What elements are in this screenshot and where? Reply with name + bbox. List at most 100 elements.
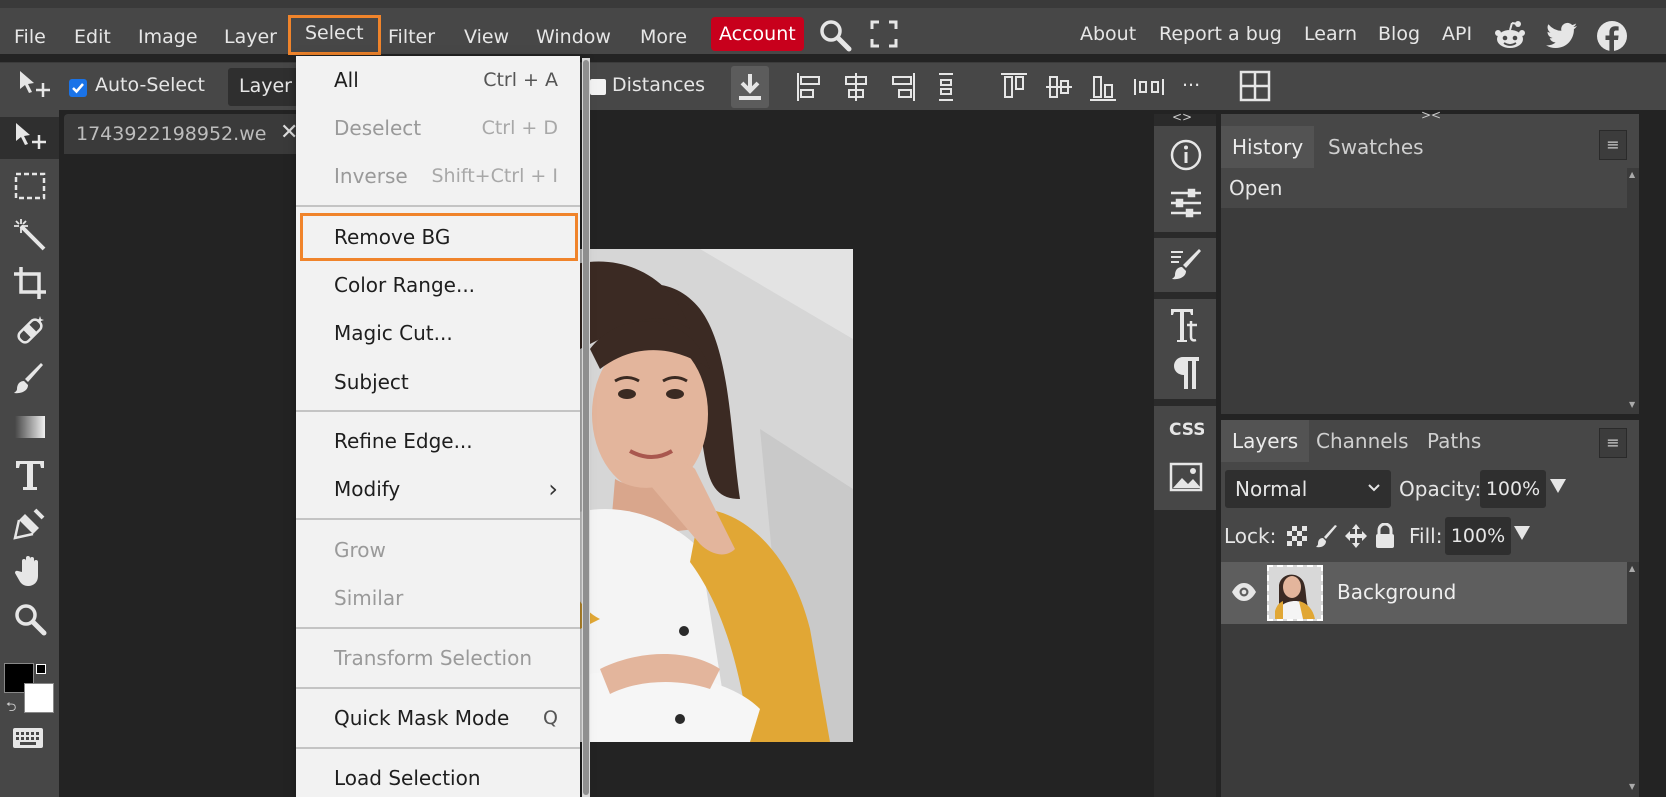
menu-file[interactable]: File bbox=[6, 22, 54, 52]
menu-layer[interactable]: Layer bbox=[216, 22, 285, 52]
history-entry[interactable]: Open bbox=[1221, 168, 1627, 208]
menu-item-modify[interactable]: Modify › bbox=[296, 465, 580, 513]
lock-position-icon[interactable] bbox=[1343, 523, 1369, 549]
report-bug-link[interactable]: Report a bug bbox=[1159, 14, 1282, 54]
api-link[interactable]: API bbox=[1442, 14, 1472, 54]
menu-item-all[interactable]: All Ctrl + A bbox=[296, 56, 580, 104]
menu-view[interactable]: View bbox=[456, 22, 517, 52]
download-button[interactable] bbox=[731, 66, 769, 108]
distribute-h-icon[interactable] bbox=[1132, 71, 1166, 103]
swap-colors-icon[interactable]: ⮌ bbox=[6, 698, 16, 720]
menu-item-refine-edge[interactable]: Refine Edge... bbox=[296, 417, 580, 465]
align-left-icon[interactable] bbox=[795, 71, 823, 103]
learn-link[interactable]: Learn bbox=[1304, 14, 1357, 54]
blog-link[interactable]: Blog bbox=[1378, 14, 1420, 54]
tool-magic-wand[interactable] bbox=[8, 214, 52, 256]
tool-marquee[interactable] bbox=[8, 165, 52, 207]
align-middle-icon[interactable] bbox=[1044, 71, 1074, 103]
canvas-image[interactable] bbox=[560, 249, 853, 742]
more-options[interactable]: ... bbox=[1182, 69, 1200, 91]
menu-item-label: Color Range... bbox=[334, 273, 476, 297]
tab-layers[interactable]: Layers bbox=[1221, 420, 1310, 462]
default-colors-icon[interactable] bbox=[36, 664, 46, 674]
image-icon[interactable] bbox=[1169, 462, 1203, 492]
character-icon[interactable] bbox=[1169, 307, 1203, 345]
opacity-dropdown-icon[interactable] bbox=[1549, 475, 1567, 497]
menu-more[interactable]: More bbox=[632, 22, 695, 52]
history-panel-menu[interactable]: ≡ bbox=[1599, 130, 1627, 160]
distribute-v-icon[interactable] bbox=[937, 71, 955, 103]
eye-icon[interactable] bbox=[1231, 582, 1257, 602]
menu-window[interactable]: Window bbox=[528, 22, 619, 52]
blend-mode-value: Normal bbox=[1235, 477, 1308, 501]
tool-healing[interactable] bbox=[8, 310, 52, 352]
menu-filter[interactable]: Filter bbox=[380, 22, 443, 52]
menu-select[interactable]: Select bbox=[288, 15, 381, 55]
layer-name: Background bbox=[1337, 580, 1457, 604]
menu-item-color-range[interactable]: Color Range... bbox=[296, 261, 580, 309]
menu-item-remove-bg[interactable]: Remove BG bbox=[300, 213, 578, 261]
layers-panel-menu[interactable]: ≡ bbox=[1599, 428, 1627, 458]
options-bar: Auto-Select Layer Distances ... bbox=[0, 62, 1666, 110]
grid-layout-icon[interactable] bbox=[1238, 68, 1272, 104]
tool-type[interactable] bbox=[8, 454, 52, 496]
twitter-icon[interactable] bbox=[1546, 22, 1578, 50]
tab-channels[interactable]: Channels bbox=[1305, 420, 1420, 462]
brush-settings-icon[interactable] bbox=[1169, 248, 1203, 282]
tab-history[interactable]: History bbox=[1221, 126, 1315, 168]
blend-mode-select[interactable]: Normal bbox=[1225, 470, 1391, 508]
menu-image[interactable]: Image bbox=[130, 22, 206, 52]
auto-select-target-dropdown[interactable]: Layer bbox=[228, 68, 298, 106]
collapse-right-toggle[interactable]: >< bbox=[1421, 108, 1441, 122]
reddit-icon[interactable] bbox=[1494, 20, 1526, 50]
search-icon[interactable] bbox=[818, 18, 852, 52]
lock-transparency-icon[interactable] bbox=[1286, 525, 1308, 547]
tool-hand[interactable] bbox=[8, 550, 52, 592]
distances-checkbox[interactable] bbox=[590, 79, 606, 95]
tool-gradient[interactable] bbox=[8, 406, 52, 448]
menu-item-deselect: Deselect Ctrl + D bbox=[296, 104, 580, 152]
lock-pixels-icon[interactable] bbox=[1315, 524, 1339, 548]
tool-zoom[interactable] bbox=[8, 598, 52, 640]
document-tab[interactable]: 1743922198952.we ✕ bbox=[64, 114, 314, 154]
layers-scrollbar[interactable]: ▲ ▼ bbox=[1627, 562, 1639, 797]
collapse-left-toggle[interactable]: <> bbox=[1172, 110, 1192, 124]
align-bottom-icon[interactable] bbox=[1088, 71, 1118, 103]
info-icon[interactable] bbox=[1169, 138, 1203, 172]
account-button[interactable]: Account bbox=[711, 17, 804, 51]
dropdown-scrollbar-thumb[interactable] bbox=[583, 60, 589, 795]
paragraph-icon[interactable] bbox=[1171, 355, 1201, 391]
layer-row[interactable]: Background bbox=[1221, 562, 1627, 624]
keyboard-icon[interactable] bbox=[12, 727, 44, 749]
menu-item-load-selection[interactable]: Load Selection bbox=[296, 754, 580, 797]
facebook-icon[interactable] bbox=[1596, 20, 1628, 52]
auto-select-checkbox[interactable] bbox=[69, 79, 87, 97]
fullscreen-icon[interactable] bbox=[870, 20, 898, 48]
align-center-h-icon[interactable] bbox=[842, 71, 870, 103]
menu-item-quick-mask[interactable]: Quick Mask Mode Q bbox=[296, 694, 580, 742]
about-link[interactable]: About bbox=[1080, 14, 1136, 54]
tool-brush[interactable] bbox=[8, 358, 52, 400]
opacity-input[interactable]: 100% bbox=[1480, 470, 1546, 508]
fill-dropdown-icon[interactable] bbox=[1513, 522, 1531, 544]
tool-crop[interactable] bbox=[8, 262, 52, 304]
adjustments-icon[interactable] bbox=[1169, 188, 1203, 218]
align-top-icon[interactable] bbox=[999, 71, 1029, 103]
menu-item-magic-cut[interactable]: Magic Cut... bbox=[296, 309, 580, 357]
lock-all-icon[interactable] bbox=[1374, 523, 1396, 549]
align-right-icon[interactable] bbox=[889, 71, 917, 103]
tab-paths[interactable]: Paths bbox=[1416, 420, 1492, 462]
css-icon[interactable]: CSS bbox=[1168, 416, 1204, 440]
background-color-swatch[interactable] bbox=[24, 683, 54, 713]
menu-item-subject[interactable]: Subject bbox=[296, 358, 580, 406]
panel-icon-column: <> CSS bbox=[1154, 110, 1216, 797]
menu-item-shortcut: Q bbox=[543, 707, 558, 729]
tool-move[interactable] bbox=[0, 117, 59, 159]
fill-input[interactable]: 100% bbox=[1445, 517, 1511, 555]
layer-thumbnail bbox=[1267, 565, 1323, 621]
tool-pen[interactable] bbox=[8, 502, 52, 544]
menu-edit[interactable]: Edit bbox=[66, 22, 119, 52]
history-scrollbar[interactable]: ▲ ▼ bbox=[1627, 168, 1639, 414]
tab-swatches[interactable]: Swatches bbox=[1317, 126, 1435, 168]
menu-item-label: Load Selection bbox=[334, 766, 481, 790]
